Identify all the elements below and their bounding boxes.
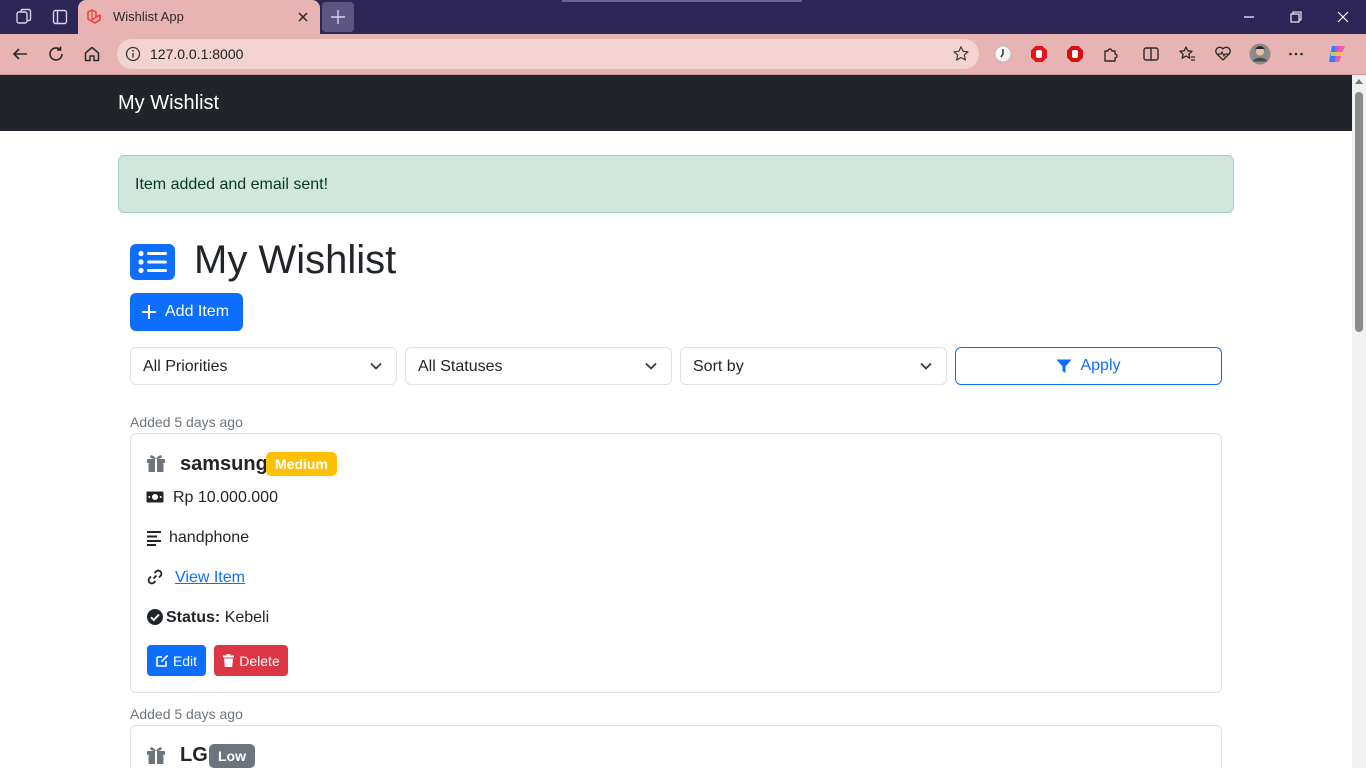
- priority-badge: Medium: [266, 452, 337, 476]
- item-name: samsung: [180, 453, 268, 475]
- text-left-icon: [147, 531, 161, 546]
- extension-adblock-icon[interactable]: [1028, 43, 1050, 65]
- minimize-window-icon[interactable]: [1238, 6, 1260, 28]
- status-filter-select[interactable]: All Statuses: [405, 347, 672, 385]
- alert-message: Item added and email sent!: [135, 176, 329, 193]
- list-icon: [130, 244, 175, 280]
- back-arrow-icon[interactable]: [9, 43, 31, 65]
- apply-label: Apply: [1080, 357, 1121, 374]
- chevron-down-icon: [370, 362, 382, 370]
- chevron-down-icon: [645, 362, 657, 370]
- add-item-label: Add Item: [165, 303, 230, 320]
- plus-icon: [142, 305, 156, 319]
- tab-title: Wishlist App: [113, 9, 184, 24]
- status-value: Kebeli: [224, 609, 270, 626]
- scroll-up-arrow-icon[interactable]: [1355, 79, 1363, 84]
- site-navbar: My Wishlist: [0, 75, 1352, 131]
- item-status: Status: Kebeli: [166, 609, 269, 627]
- status-filter-value: All Statuses: [418, 358, 503, 375]
- trash-icon: [223, 654, 235, 667]
- edit-label: Edit: [172, 652, 198, 669]
- tab-actions-icon[interactable]: [49, 6, 71, 28]
- link-icon: [147, 569, 163, 585]
- money-icon: [146, 491, 164, 503]
- item-name: LG: [180, 744, 208, 766]
- sort-select[interactable]: Sort by: [680, 347, 947, 385]
- laravel-favicon-icon: [87, 9, 101, 24]
- delete-label: Delete: [239, 652, 280, 669]
- reload-icon[interactable]: [45, 43, 67, 65]
- home-icon[interactable]: [81, 43, 103, 65]
- plus-icon: [331, 10, 345, 24]
- page-scrollbar[interactable]: [1352, 75, 1366, 768]
- favorite-star-icon[interactable]: [952, 45, 970, 63]
- browser-titlebar: Wishlist App: [0, 0, 1366, 34]
- sort-value: Sort by: [693, 358, 744, 375]
- extensions-puzzle-icon[interactable]: [1100, 43, 1122, 65]
- address-bar[interactable]: 127.0.0.1:8000: [117, 39, 979, 69]
- browser-essentials-icon[interactable]: [1212, 43, 1234, 65]
- filter-funnel-icon: [1056, 359, 1072, 373]
- split-screen-icon[interactable]: [1140, 43, 1162, 65]
- edit-pencil-icon: [156, 654, 169, 667]
- browser-toolbar: 127.0.0.1:8000: [0, 34, 1366, 75]
- check-circle-icon: [147, 609, 163, 625]
- status-label: Status:: [166, 609, 221, 626]
- close-tab-icon[interactable]: [294, 8, 312, 26]
- success-alert: Item added and email sent!: [118, 155, 1234, 213]
- apply-filters-button[interactable]: Apply: [955, 347, 1222, 385]
- wishlist-item-card: [130, 725, 1222, 768]
- more-options-icon[interactable]: [1285, 43, 1307, 65]
- url-text: 127.0.0.1:8000: [150, 46, 244, 62]
- item-added-time: Added 5 days ago: [130, 706, 243, 722]
- favorites-icon[interactable]: [1176, 43, 1198, 65]
- page-title: My Wishlist: [194, 238, 397, 282]
- gift-icon: [147, 455, 165, 472]
- extension-adblock-plus-icon[interactable]: [1064, 43, 1086, 65]
- delete-item-button[interactable]: Delete: [214, 645, 288, 676]
- close-window-icon[interactable]: [1332, 6, 1354, 28]
- item-description: handphone: [169, 529, 250, 546]
- view-item-link[interactable]: View Item: [175, 569, 245, 587]
- new-tab-button[interactable]: [322, 2, 354, 32]
- profile-avatar-icon[interactable]: [1249, 43, 1271, 65]
- item-added-time: Added 5 days ago: [130, 414, 243, 430]
- add-item-button[interactable]: Add Item: [130, 293, 243, 331]
- chevron-down-icon: [920, 362, 932, 370]
- priority-badge: Low: [209, 744, 255, 768]
- browser-tab-active[interactable]: Wishlist App: [78, 0, 320, 34]
- priority-filter-value: All Priorities: [143, 358, 228, 375]
- edit-item-button[interactable]: Edit: [147, 645, 206, 676]
- restore-window-icon[interactable]: [1285, 6, 1307, 28]
- scrollbar-thumb[interactable]: [1355, 92, 1363, 332]
- item-price: Rp 10.000.000: [173, 489, 278, 506]
- site-info-icon[interactable]: [125, 46, 141, 62]
- gift-icon: [147, 747, 165, 764]
- priority-filter-select[interactable]: All Priorities: [130, 347, 397, 385]
- copilot-icon[interactable]: [1326, 43, 1348, 65]
- navbar-brand[interactable]: My Wishlist: [118, 92, 219, 115]
- titlebar-strip: [562, 0, 802, 2]
- extension-timer-icon[interactable]: [992, 43, 1014, 65]
- workspaces-icon[interactable]: [13, 6, 35, 28]
